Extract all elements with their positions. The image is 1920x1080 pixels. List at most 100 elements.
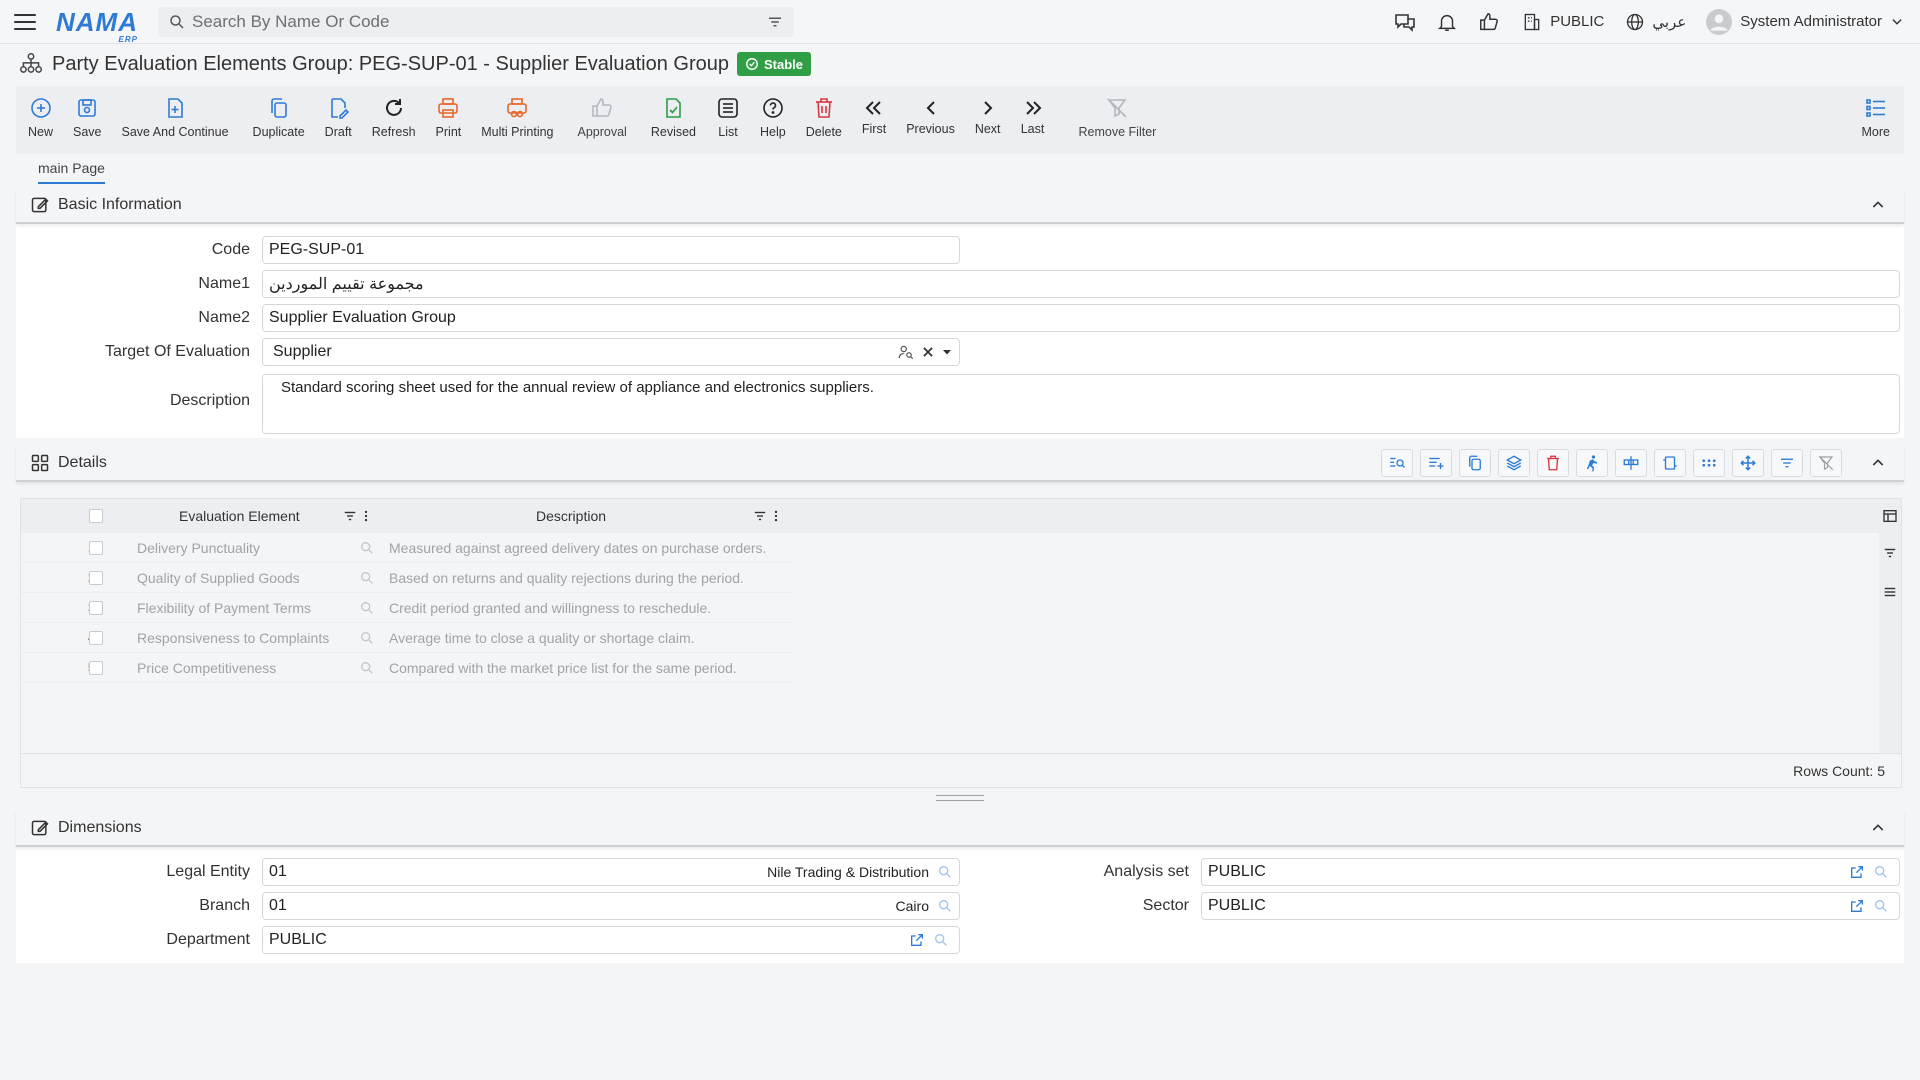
revised-button[interactable]: Revised [637,96,706,139]
name1-field[interactable]: مجموعة تقييم الموردين [262,270,1900,298]
remove-filter-button[interactable]: Remove Filter [1055,96,1167,139]
table-row[interactable]: 1 Delivery Punctuality Measured against … [21,533,793,563]
new-button[interactable]: New [16,96,63,139]
lookup-icon[interactable] [359,570,375,586]
lookup-icon[interactable] [359,660,375,676]
save-button[interactable]: Save [63,96,112,139]
layers-icon[interactable] [1498,449,1530,477]
row-checkbox[interactable] [89,660,103,675]
department-field[interactable]: PUBLIC [262,926,960,954]
cell-description[interactable]: Based on returns and quality rejections … [389,570,744,586]
lookup-icon[interactable] [933,932,949,948]
description-field[interactable]: Standard scoring sheet used for the annu… [262,374,1900,434]
sector-field[interactable]: PUBLIC [1201,892,1900,920]
side-columns-icon[interactable] [1883,585,1897,599]
resize-handle[interactable] [936,795,984,801]
app-logo[interactable]: NAMA ERP [56,9,138,44]
save-and-continue-button[interactable]: Save And Continue [112,96,239,139]
person-search-icon[interactable] [897,343,915,361]
name2-field[interactable]: Supplier Evaluation Group [262,304,1900,332]
column-description[interactable]: Description [536,508,606,524]
globe-icon[interactable] [1624,12,1646,32]
lookup-icon[interactable] [359,600,375,616]
chevron-up-icon[interactable] [1870,820,1886,836]
cell-evaluation-element[interactable]: Quality of Supplied Goods [137,570,300,586]
filter-icon[interactable] [766,13,784,31]
chevron-up-icon[interactable] [1870,455,1886,471]
duplicate-button[interactable]: Duplicate [239,96,315,139]
cell-evaluation-element[interactable]: Flexibility of Payment Terms [137,600,311,616]
row-checkbox[interactable] [89,540,103,555]
table-row[interactable]: 3 Flexibility of Payment Terms Credit pe… [21,593,793,623]
move-icon[interactable] [1732,449,1764,477]
column-menu-icon[interactable] [771,509,781,523]
cell-description[interactable]: Measured against agreed delivery dates o… [389,540,766,556]
cell-description[interactable]: Compared with the market price list for … [389,660,737,676]
external-link-icon[interactable] [909,932,925,948]
cell-evaluation-element[interactable]: Delivery Punctuality [137,540,260,556]
basic-information-header[interactable]: Basic Information [16,188,1904,224]
list-button[interactable]: List [706,96,750,139]
last-button[interactable]: Last [1011,96,1055,136]
cell-evaluation-element[interactable]: Price Competitiveness [137,660,276,676]
menu-icon[interactable] [14,13,36,30]
run-icon[interactable] [1576,449,1608,477]
dots-grid-icon[interactable] [1693,449,1725,477]
columns-icon[interactable] [1615,449,1647,477]
search-input[interactable] [192,11,766,32]
tab-main-page[interactable]: main Page [38,160,105,184]
cell-evaluation-element[interactable]: Responsiveness to Complaints [137,630,329,646]
lookup-icon[interactable] [1873,898,1889,914]
details-header[interactable]: Details [16,446,1904,482]
lookup-icon[interactable] [1873,864,1889,880]
first-button[interactable]: First [852,96,896,136]
delete-button[interactable]: Delete [796,96,852,139]
cell-description[interactable]: Average time to close a quality or short… [389,630,695,646]
lookup-icon[interactable] [359,540,375,556]
help-button[interactable]: Help [750,96,796,139]
next-button[interactable]: Next [965,96,1011,136]
public-label[interactable]: PUBLIC [1550,13,1604,30]
language-switch[interactable]: عربي [1652,13,1686,31]
user-menu[interactable]: System Administrator [1706,8,1904,35]
external-link-icon[interactable] [1849,864,1865,880]
print-button[interactable]: Print [426,96,472,139]
row-checkbox[interactable] [89,570,103,585]
approval-button[interactable]: Approval [564,96,637,139]
table-settings-icon[interactable] [1882,508,1898,524]
thumbs-up-icon[interactable] [1468,11,1510,33]
add-row-icon[interactable] [1420,449,1452,477]
side-filter-icon[interactable] [1883,546,1897,560]
column-filter-icon[interactable] [753,509,767,523]
clear-icon[interactable] [921,345,935,359]
chevron-up-icon[interactable] [1870,197,1886,213]
column-evaluation-element[interactable]: Evaluation Element [179,508,300,524]
building-icon[interactable] [1520,12,1544,32]
chat-icon[interactable] [1384,10,1426,34]
more-button[interactable]: More [1852,96,1900,139]
lookup-icon[interactable] [359,630,375,646]
global-search[interactable] [158,6,794,37]
table-row[interactable]: 4 Responsiveness to Complaints Average t… [21,623,793,653]
multi-printing-button[interactable]: Multi Printing [471,96,563,139]
grid-search-icon[interactable] [1381,449,1413,477]
refresh-button[interactable]: Refresh [362,96,426,139]
select-all-checkbox[interactable] [89,509,103,523]
caret-down-icon[interactable] [941,346,953,358]
code-field[interactable]: PEG-SUP-01 [262,236,960,264]
external-link-icon[interactable] [1849,898,1865,914]
previous-button[interactable]: Previous [896,96,965,136]
dimensions-header[interactable]: Dimensions [16,811,1904,847]
target-select[interactable]: Supplier [262,338,960,366]
expand-row-icon[interactable] [1654,449,1686,477]
analysis-set-field[interactable]: PUBLIC [1201,858,1900,886]
delete-rows-icon[interactable] [1537,449,1569,477]
row-checkbox[interactable] [89,630,103,645]
bell-icon[interactable] [1426,11,1468,33]
filter-off-icon[interactable] [1810,449,1842,477]
copy-rows-icon[interactable] [1459,449,1491,477]
table-row[interactable]: 5 Price Competitiveness Compared with th… [21,653,793,683]
column-menu-icon[interactable] [361,509,371,523]
column-filter-icon[interactable] [343,509,357,523]
cell-description[interactable]: Credit period granted and willingness to… [389,600,711,616]
